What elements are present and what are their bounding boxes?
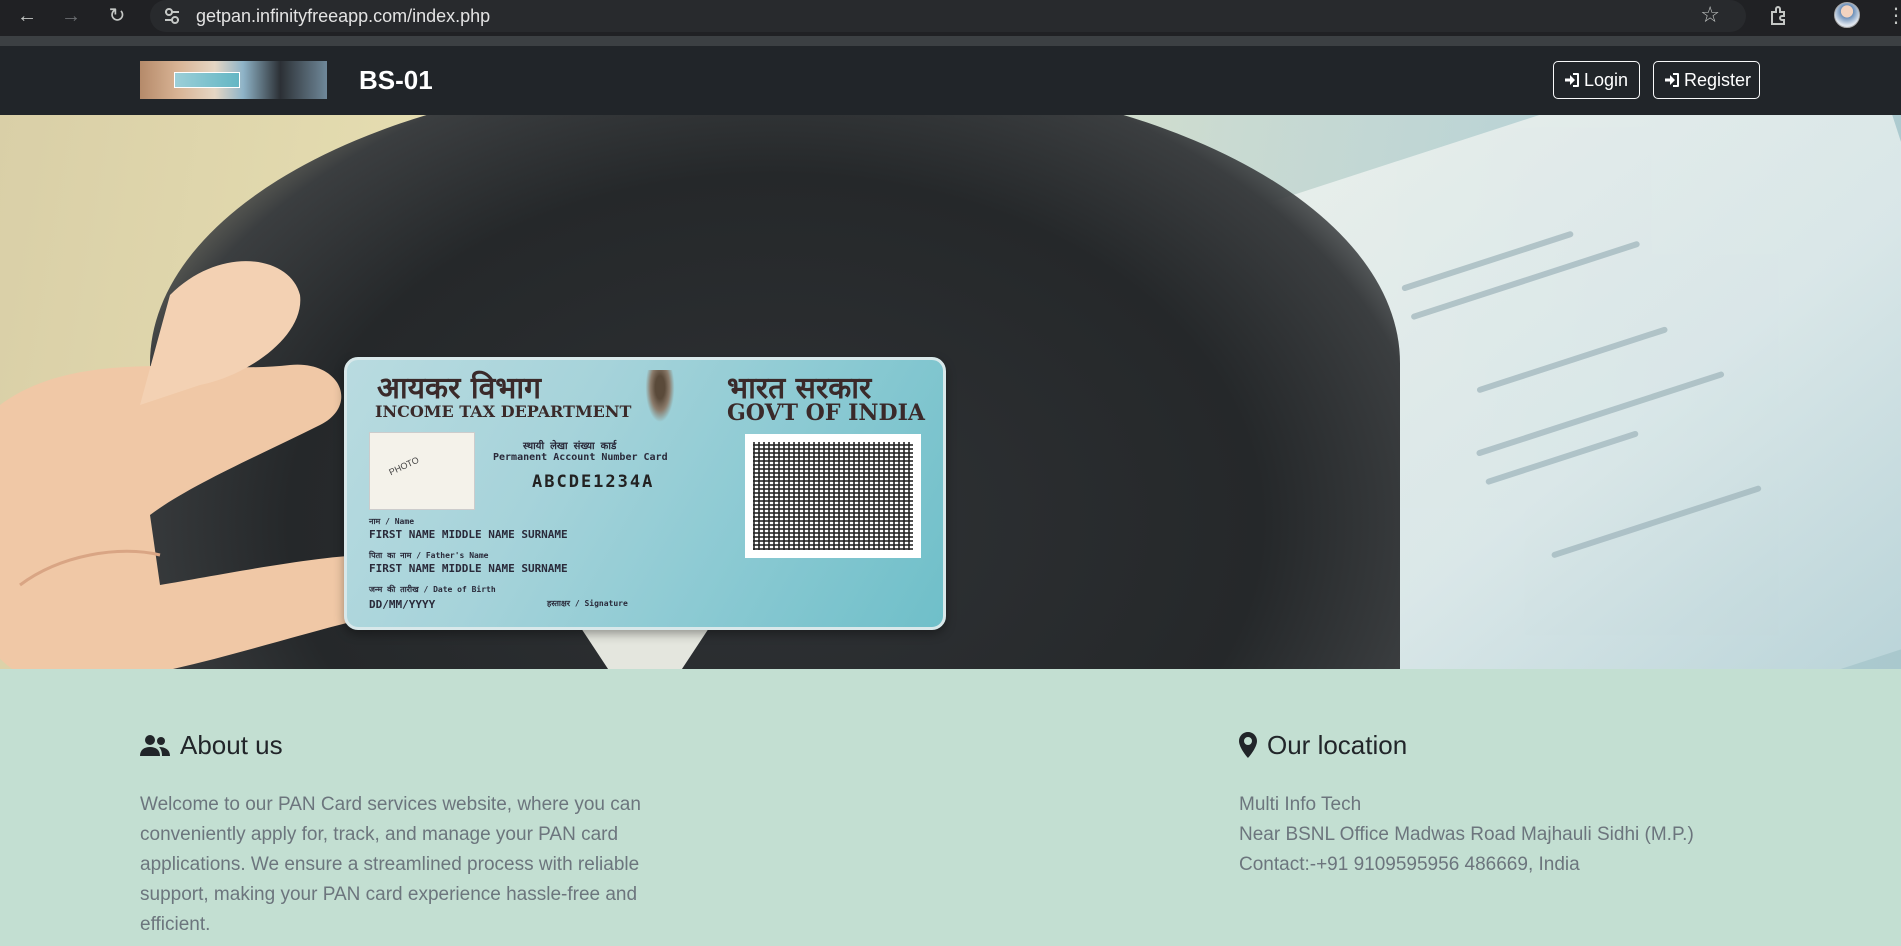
card-title-hi: स्थायी लेखा संख्या कार्ड	[523, 441, 617, 452]
card-dob-label: जन्म की तारीख / Date of Birth	[369, 585, 496, 594]
back-icon[interactable]: ←	[14, 3, 40, 29]
sign-in-icon	[1565, 73, 1579, 87]
pan-card-graphic: आयकर विभाग भारत सरकार INCOME TAX DEPARTM…	[344, 357, 946, 630]
extensions-icon[interactable]	[1768, 4, 1792, 28]
site-logo[interactable]	[140, 61, 327, 99]
card-hindi-dept: आयकर विभाग	[377, 371, 542, 406]
reload-icon[interactable]: ↻	[104, 3, 130, 29]
location-title: Our location	[1267, 730, 1408, 760]
hero-banner-image: आयकर विभाग भारत सरकार INCOME TAX DEPARTM…	[0, 115, 1901, 669]
card-pan-number: ABCDE1234A	[532, 472, 655, 492]
location-business-name: Multi Info Tech	[1239, 794, 1362, 815]
address-bar[interactable]: getpan.infinityfreeapp.com/index.php ☆	[150, 0, 1746, 32]
site-navbar: BS-01 Login Register	[0, 46, 1901, 115]
about-title: About us	[180, 730, 283, 760]
login-label: Login	[1584, 70, 1629, 90]
card-qr-code	[745, 434, 921, 558]
card-photo: PHOTO	[369, 432, 475, 510]
card-title-en: Permanent Account Number Card	[493, 452, 668, 463]
forward-icon[interactable]: →	[58, 3, 84, 29]
about-heading: About us	[140, 727, 283, 763]
card-dept-text: INCOME TAX DEPARTMENT	[375, 402, 632, 421]
location-address: Near BSNL Office Madwas Road Majhauli Si…	[1239, 824, 1694, 845]
register-label: Register	[1684, 70, 1752, 90]
map-pin-icon	[1239, 732, 1257, 758]
location-contact: Contact:-+91 9109595956 486669, India	[1239, 854, 1580, 875]
card-dob-value: DD/MM/YYYY	[369, 598, 436, 611]
about-description: Welcome to our PAN Card services website…	[140, 794, 641, 935]
url-text[interactable]: getpan.infinityfreeapp.com/index.php	[196, 0, 490, 32]
card-sign-label: हस्ताक्षर / Signature	[547, 599, 628, 608]
card-name-label: नाम / Name	[369, 517, 415, 526]
logo-card-graphic	[174, 72, 240, 88]
users-icon	[140, 735, 170, 756]
register-button[interactable]: Register	[1653, 61, 1760, 99]
emblem-icon	[643, 370, 677, 428]
card-govt-text: GOVT OF INDIA	[727, 400, 925, 426]
sign-in-icon	[1665, 73, 1679, 87]
card-father-value: FIRST NAME MIDDLE NAME SURNAME	[369, 562, 568, 575]
site-info-icon[interactable]	[162, 6, 182, 26]
login-button[interactable]: Login	[1553, 61, 1640, 99]
menu-icon[interactable]: ⋮	[1886, 3, 1901, 28]
card-name-value: FIRST NAME MIDDLE NAME SURNAME	[369, 528, 568, 541]
card-father-label: पिता का नाम / Father's Name	[369, 551, 489, 560]
browser-toolbar: ← → ↻ getpan.infinityfreeapp.com/index.p…	[0, 0, 1901, 46]
toolbar-divider	[0, 36, 1901, 46]
star-icon[interactable]: ☆	[1700, 2, 1720, 28]
location-heading: Our location	[1239, 727, 1407, 763]
site-brand[interactable]: BS-01	[359, 46, 433, 115]
location-details: Multi Info Tech Near BSNL Office Madwas …	[1239, 790, 1799, 880]
profile-avatar[interactable]	[1834, 2, 1860, 28]
